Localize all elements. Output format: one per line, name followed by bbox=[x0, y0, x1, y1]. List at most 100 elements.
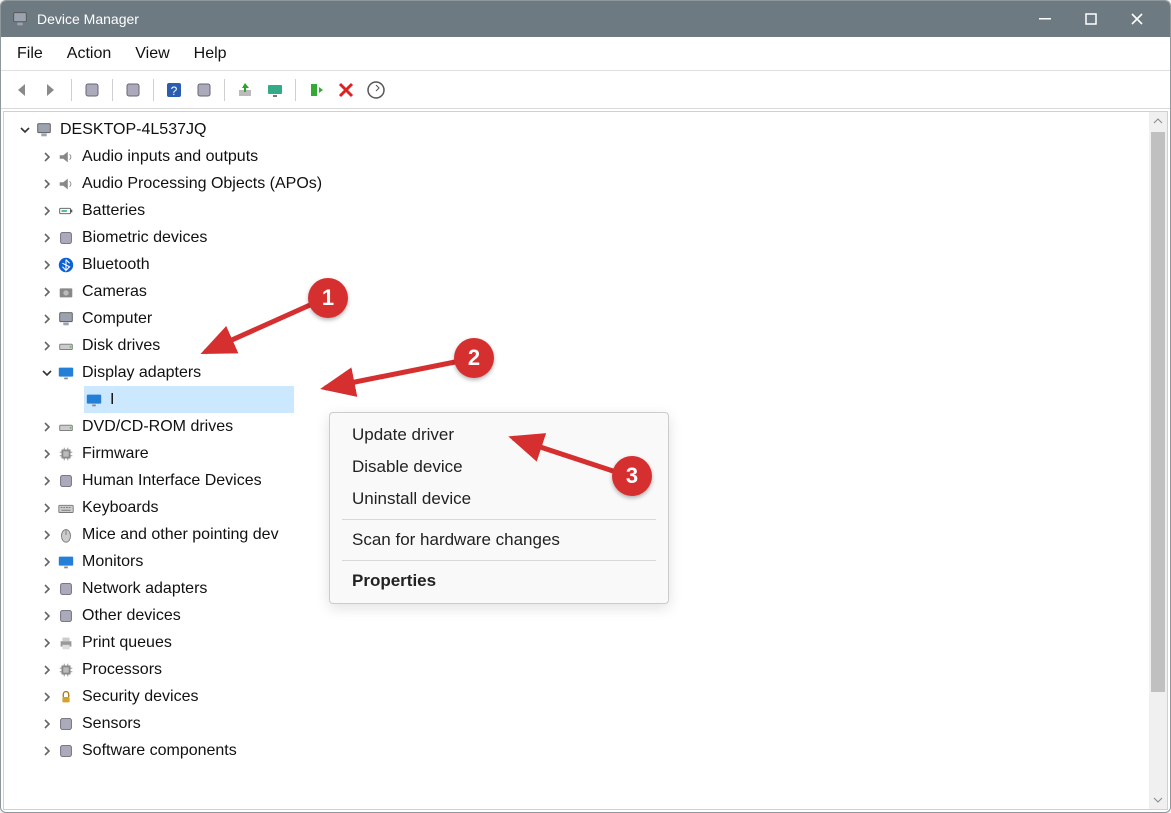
tree-category-label: Network adapters bbox=[82, 576, 207, 602]
annotation-arrow-3 bbox=[498, 426, 628, 486]
category-icon bbox=[56, 579, 76, 599]
category-icon bbox=[56, 741, 76, 761]
ctx-separator bbox=[342, 519, 656, 520]
tree-device-label: I bbox=[110, 387, 114, 413]
category-icon bbox=[56, 444, 76, 464]
chevron-right-icon[interactable] bbox=[40, 555, 54, 569]
chevron-right-icon[interactable] bbox=[40, 339, 54, 353]
scan-hardware-button[interactable] bbox=[261, 76, 289, 104]
scroll-thumb[interactable] bbox=[1151, 132, 1165, 692]
tree-category[interactable]: Display adapters bbox=[4, 359, 1149, 386]
annotation-badge-1: 1 bbox=[308, 278, 348, 318]
scroll-down-icon[interactable] bbox=[1149, 791, 1167, 809]
category-icon bbox=[56, 417, 76, 437]
tree-category-label: Monitors bbox=[82, 549, 143, 575]
category-icon bbox=[56, 147, 76, 167]
tree-category[interactable]: Print queues bbox=[4, 629, 1149, 656]
tree-category-label: Print queues bbox=[82, 630, 172, 656]
tree-category[interactable]: Processors bbox=[4, 656, 1149, 683]
chevron-right-icon[interactable] bbox=[40, 609, 54, 623]
show-hide-tree-button[interactable] bbox=[78, 76, 106, 104]
toolbar bbox=[1, 71, 1170, 109]
enable-device-button[interactable] bbox=[302, 76, 330, 104]
tree-root-label: DESKTOP-4L537JQ bbox=[60, 117, 206, 143]
chevron-right-icon[interactable] bbox=[40, 501, 54, 515]
window-title: Device Manager bbox=[37, 11, 1022, 27]
chevron-right-icon[interactable] bbox=[40, 420, 54, 434]
chevron-down-icon[interactable] bbox=[18, 123, 32, 137]
menu-action[interactable]: Action bbox=[55, 41, 123, 67]
tree-category[interactable]: Security devices bbox=[4, 683, 1149, 710]
update-driver-button[interactable] bbox=[231, 76, 259, 104]
chevron-right-icon[interactable] bbox=[40, 690, 54, 704]
chevron-right-icon[interactable] bbox=[40, 150, 54, 164]
ctx-separator bbox=[342, 560, 656, 561]
chevron-right-icon[interactable] bbox=[40, 285, 54, 299]
category-icon bbox=[56, 714, 76, 734]
tree-category-label: DVD/CD-ROM drives bbox=[82, 414, 233, 440]
tree-category[interactable]: Disk drives bbox=[4, 332, 1149, 359]
menu-file[interactable]: File bbox=[5, 41, 55, 67]
tree-category[interactable]: Other devices bbox=[4, 602, 1149, 629]
menu-view[interactable]: View bbox=[123, 41, 181, 67]
device-manager-window: Device Manager File Action View Help bbox=[0, 0, 1171, 813]
tree-category[interactable]: Biometric devices bbox=[4, 224, 1149, 251]
chevron-right-icon[interactable] bbox=[40, 258, 54, 272]
tree-category-label: Mice and other pointing dev bbox=[82, 522, 279, 548]
tree-category-label: Keyboards bbox=[82, 495, 159, 521]
category-icon bbox=[56, 525, 76, 545]
minimize-button[interactable] bbox=[1022, 1, 1068, 37]
maximize-button[interactable] bbox=[1068, 1, 1114, 37]
chevron-right-icon[interactable] bbox=[40, 177, 54, 191]
help-button[interactable] bbox=[160, 76, 188, 104]
uninstall-device-button[interactable] bbox=[332, 76, 360, 104]
chevron-right-icon[interactable] bbox=[40, 663, 54, 677]
tree-device-selected[interactable]: I bbox=[4, 386, 1149, 413]
tree-category-label: Processors bbox=[82, 657, 162, 683]
scroll-up-icon[interactable] bbox=[1149, 112, 1167, 130]
chevron-down-icon[interactable] bbox=[40, 366, 54, 380]
computer-icon bbox=[34, 120, 54, 140]
forward-button[interactable] bbox=[37, 76, 65, 104]
chevron-right-icon[interactable] bbox=[40, 717, 54, 731]
category-icon bbox=[56, 606, 76, 626]
chevron-right-icon[interactable] bbox=[40, 312, 54, 326]
category-icon bbox=[56, 255, 76, 275]
category-icon bbox=[56, 336, 76, 356]
tree-category[interactable]: Sensors bbox=[4, 710, 1149, 737]
display-adapter-icon bbox=[84, 390, 104, 410]
action-button[interactable] bbox=[190, 76, 218, 104]
properties-button[interactable] bbox=[119, 76, 147, 104]
tree-category[interactable]: Batteries bbox=[4, 197, 1149, 224]
vertical-scrollbar[interactable] bbox=[1149, 112, 1167, 809]
ctx-scan-hardware[interactable]: Scan for hardware changes bbox=[330, 524, 668, 556]
menubar: File Action View Help bbox=[1, 37, 1170, 71]
category-icon bbox=[56, 228, 76, 248]
scan-button[interactable] bbox=[362, 76, 390, 104]
tree-root[interactable]: DESKTOP-4L537JQ bbox=[4, 116, 1149, 143]
chevron-right-icon[interactable] bbox=[40, 231, 54, 245]
tree-category-label: Batteries bbox=[82, 198, 145, 224]
chevron-right-icon[interactable] bbox=[40, 582, 54, 596]
chevron-right-icon[interactable] bbox=[40, 474, 54, 488]
tree-category[interactable]: Audio Processing Objects (APOs) bbox=[4, 170, 1149, 197]
tree-category[interactable]: Cameras bbox=[4, 278, 1149, 305]
tree-category[interactable]: Software components bbox=[4, 737, 1149, 764]
tree-category[interactable]: Computer bbox=[4, 305, 1149, 332]
tree-category[interactable]: Bluetooth bbox=[4, 251, 1149, 278]
tree-category[interactable]: Audio inputs and outputs bbox=[4, 143, 1149, 170]
ctx-properties[interactable]: Properties bbox=[330, 565, 668, 597]
chevron-right-icon[interactable] bbox=[40, 447, 54, 461]
category-icon bbox=[56, 201, 76, 221]
close-button[interactable] bbox=[1114, 1, 1160, 37]
menu-help[interactable]: Help bbox=[182, 41, 239, 67]
tree-category-label: Security devices bbox=[82, 684, 199, 710]
chevron-right-icon[interactable] bbox=[40, 528, 54, 542]
chevron-right-icon[interactable] bbox=[40, 636, 54, 650]
chevron-right-icon[interactable] bbox=[40, 744, 54, 758]
tree-category-label: Audio Processing Objects (APOs) bbox=[82, 171, 322, 197]
chevron-right-icon[interactable] bbox=[40, 204, 54, 218]
tree-category-label: Other devices bbox=[82, 603, 181, 629]
annotation-badge-3: 3 bbox=[612, 456, 652, 496]
back-button[interactable] bbox=[7, 76, 35, 104]
